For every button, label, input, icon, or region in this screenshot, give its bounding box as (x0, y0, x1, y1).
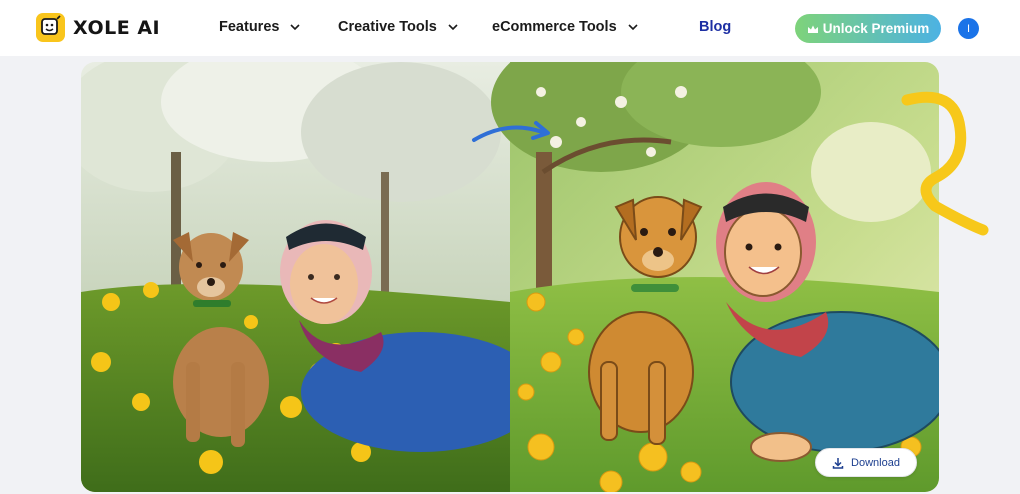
user-avatar[interactable]: I (958, 18, 979, 39)
yellow-squiggle-icon (901, 91, 989, 236)
curved-arrow-icon (472, 121, 550, 142)
crown-icon (807, 25, 818, 33)
unlock-premium-button[interactable]: Unlock Premium (795, 14, 941, 43)
nav-features-label: Features (219, 19, 280, 35)
smile-face-icon (36, 13, 65, 42)
chevron-down-icon (290, 24, 301, 31)
nav-blog[interactable]: Blog (699, 19, 731, 35)
avatar-initial: I (966, 22, 971, 35)
brand-logo[interactable]: XOLE AI (36, 13, 160, 42)
nav-blog-label: Blog (699, 19, 732, 35)
nav-ecommerce-tools[interactable]: eCommerce Tools (492, 19, 639, 35)
brand-name: XOLE AI (73, 16, 161, 39)
chevron-down-icon (448, 24, 458, 31)
cartoon-result (491, 62, 939, 492)
nav-features[interactable]: Features (219, 19, 301, 35)
unlock-premium-label: Unlock Premium (822, 21, 930, 36)
download-label: Download (851, 456, 900, 469)
download-icon (832, 457, 844, 469)
nav-creative-tools[interactable]: Creative Tools (338, 19, 459, 35)
nav-ecommerce-tools-label: eCommerce Tools (492, 19, 617, 35)
top-navigation-bar: XOLE AI Features Creative Tools eCommerc… (0, 0, 1020, 56)
download-button[interactable]: Download (815, 448, 917, 477)
nav-creative-tools-label: Creative Tools (338, 19, 437, 35)
chevron-down-icon (628, 24, 638, 31)
